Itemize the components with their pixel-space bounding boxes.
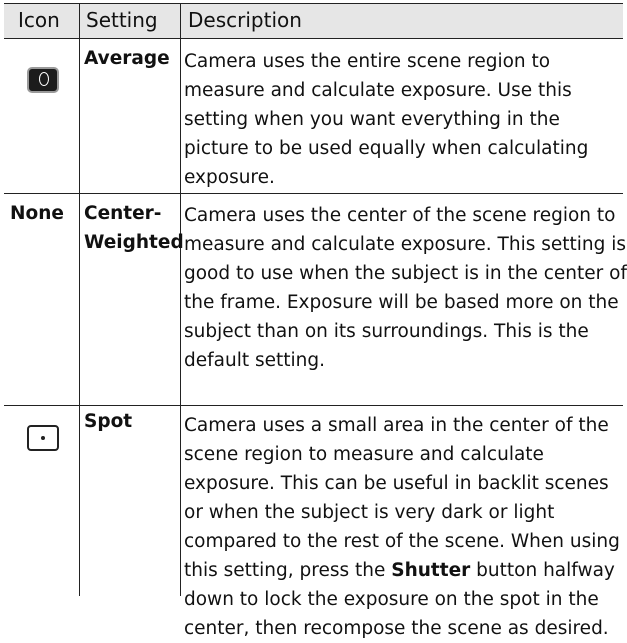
desc-fragment: this setting, press the (184, 560, 392, 581)
spot-metering-icon (27, 425, 59, 451)
header-description: Description (188, 8, 302, 32)
desc-line: Camera uses the center of the scene regi… (184, 205, 616, 226)
rule-header-bottom (4, 38, 623, 39)
desc-fragment: button halfway (470, 560, 615, 581)
desc-line: measure and calculate exposure. This set… (184, 234, 627, 255)
desc-line: measure and calculate exposure. Use this (184, 80, 572, 101)
desc-line: exposure. This can be useful in backlit … (184, 473, 609, 494)
icon-none-label: None (10, 203, 64, 224)
setting-line: Center- (84, 203, 162, 224)
desc-line: good to use when the subject is in the c… (184, 263, 627, 284)
desc-line: down to lock the exposure on the spot in… (184, 589, 599, 610)
setting-spot: Spot (84, 411, 133, 432)
description-average: Camera uses the entire scene region to m… (184, 47, 621, 192)
desc-line: scene region to measure and calculate (184, 444, 544, 465)
rule-row2-bottom (4, 405, 623, 406)
rule-col1 (79, 3, 80, 596)
desc-line: Camera uses a small area in the center o… (184, 415, 609, 436)
rule-top (4, 3, 623, 4)
description-center-weighted: Camera uses the center of the scene regi… (184, 201, 627, 375)
header-icon: Icon (18, 8, 60, 32)
setting-average: Average (84, 48, 170, 69)
desc-line: or when the subject is very dark or ligh… (184, 502, 555, 523)
desc-line: center, then recompose the scene as desi… (184, 618, 609, 639)
rule-row1-bottom (4, 193, 623, 194)
setting-center-weighted: Center- Weighted (84, 199, 184, 257)
desc-line: the frame. Exposure will be based more o… (184, 292, 619, 313)
desc-line: this setting, press the Shutter button h… (184, 556, 621, 585)
shutter-button-name: Shutter (391, 560, 471, 581)
header-setting: Setting (86, 8, 158, 32)
metering-table: Icon Setting Description Average Camera … (4, 3, 627, 639)
desc-line: setting when you want everything in the (184, 109, 560, 130)
desc-line: subject than on its surroundings. This i… (184, 321, 589, 342)
rule-col2 (180, 3, 181, 596)
description-spot: Camera uses a small area in the center o… (184, 411, 621, 643)
average-metering-icon (27, 67, 59, 93)
desc-line: Camera uses the entire scene region to (184, 51, 551, 72)
desc-line: default setting. (184, 350, 325, 371)
setting-line: Weighted (84, 232, 184, 253)
desc-line: exposure. (184, 167, 275, 188)
desc-line: picture to be used equally when calculat… (184, 138, 589, 159)
desc-line: compared to the rest of the scene. When … (184, 531, 620, 552)
table-header: Icon Setting Description (4, 3, 623, 38)
